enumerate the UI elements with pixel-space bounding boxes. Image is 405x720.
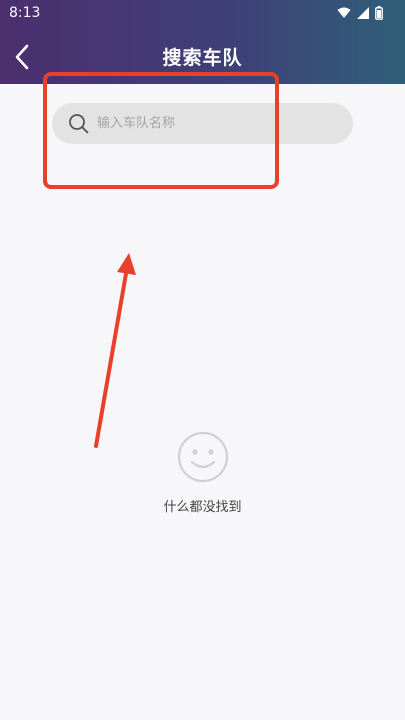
battery-icon <box>375 6 383 20</box>
empty-state: 什么都没找到 <box>0 430 405 515</box>
wifi-icon <box>337 7 351 18</box>
status-time: 8:13 <box>9 5 41 21</box>
status-bar: 8:13 <box>0 0 405 28</box>
status-icons <box>337 6 383 20</box>
signal-icon <box>357 7 369 19</box>
annotation-highlight-box <box>43 72 279 189</box>
page-title: 搜索车队 <box>162 47 243 69</box>
title-bar: 搜索车队 <box>0 38 405 76</box>
smiley-icon <box>177 431 228 483</box>
empty-state-message: 什么都没找到 <box>163 500 242 515</box>
